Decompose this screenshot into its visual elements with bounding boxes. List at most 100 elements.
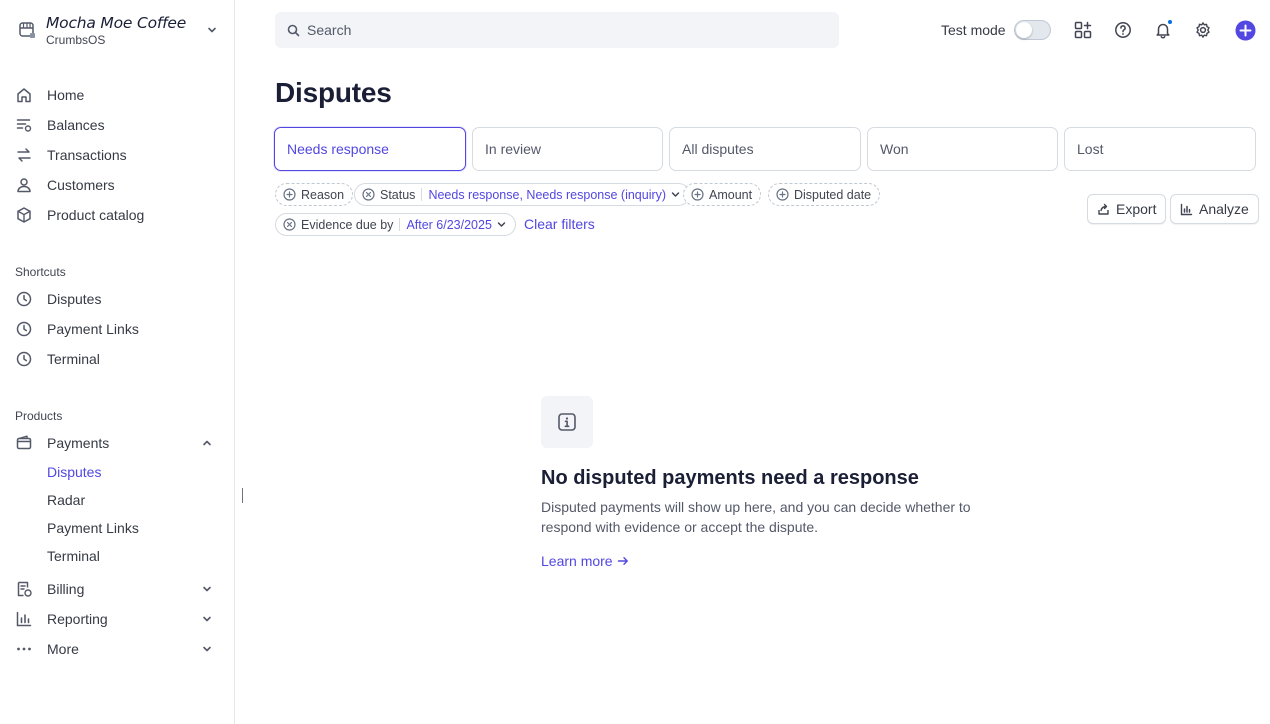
test-mode-toggle[interactable] <box>1013 20 1051 40</box>
shortcut-disputes-label: Disputes <box>47 291 102 307</box>
analyze-button[interactable]: Analyze <box>1170 194 1259 224</box>
store-icon <box>15 18 39 42</box>
search-input[interactable] <box>307 22 807 38</box>
chevron-down-icon <box>199 641 215 657</box>
nav-payments-payment-links[interactable]: Payment Links <box>47 517 139 539</box>
filter-status-value: Needs response, Needs response (inquiry) <box>428 187 667 202</box>
sidebar-resize-handle[interactable] <box>242 488 243 503</box>
nav-home-label: Home <box>47 87 85 103</box>
filter-amount-label: Amount <box>709 187 753 202</box>
search-bar[interactable] <box>275 12 839 48</box>
box-icon <box>15 203 39 227</box>
sidebar: Mocha Moe Coffee CrumbsOS Home Balances … <box>0 0 235 724</box>
filter-reason-label: Reason <box>301 187 345 202</box>
plus-circle-icon <box>775 188 789 202</box>
settings-gear-icon[interactable] <box>1192 19 1214 41</box>
filter-disputed-date[interactable]: Disputed date <box>768 183 881 206</box>
shortcut-payment-links[interactable]: Payment Links <box>15 315 220 343</box>
nav-home[interactable]: Home <box>15 81 220 109</box>
chevron-down-icon <box>497 220 507 230</box>
nav-product-catalog[interactable]: Product catalog <box>15 201 220 229</box>
test-mode-label: Test mode <box>941 22 1006 38</box>
plus-circle-icon <box>282 188 296 202</box>
bar-chart-icon <box>15 607 39 631</box>
tab-all-disputes[interactable]: All disputes <box>669 127 861 171</box>
export-label: Export <box>1116 201 1157 217</box>
tab-lost[interactable]: Lost <box>1064 127 1256 171</box>
nav-payments-terminal[interactable]: Terminal <box>47 545 100 567</box>
clock-icon <box>15 287 39 311</box>
nav-balances[interactable]: Balances <box>15 111 220 139</box>
divider <box>399 218 401 231</box>
chevron-down-icon <box>199 611 215 627</box>
notifications-bell-icon[interactable] <box>1152 19 1174 41</box>
account-subtitle: CrumbsOS <box>46 33 106 47</box>
chevron-down-icon <box>671 190 681 200</box>
plus-circle-icon <box>690 188 704 202</box>
notification-dot <box>1167 19 1173 25</box>
toggle-knob <box>1015 22 1032 38</box>
filter-amount[interactable]: Amount <box>683 183 762 206</box>
transactions-icon <box>15 143 39 167</box>
nav-more[interactable]: More <box>15 635 220 663</box>
bar-chart-icon <box>1180 202 1194 216</box>
empty-state-info-icon <box>541 396 593 448</box>
nav-balances-label: Balances <box>47 117 105 133</box>
nav-reporting-label: Reporting <box>47 611 108 627</box>
products-title: Products <box>15 409 63 423</box>
filter-status-label: Status <box>380 187 416 202</box>
shortcut-terminal[interactable]: Terminal <box>15 345 220 373</box>
balances-icon <box>15 113 39 137</box>
test-mode: Test mode <box>941 20 1051 40</box>
apps-icon[interactable] <box>1072 19 1094 41</box>
clear-x-circle-icon[interactable] <box>361 188 375 202</box>
empty-state-title: No disputed payments need a response <box>541 467 919 489</box>
home-icon <box>15 83 39 107</box>
divider <box>421 188 423 201</box>
clear-filters-link[interactable]: Clear filters <box>524 216 595 232</box>
nav-billing-label: Billing <box>47 581 85 597</box>
filter-disputed-date-label: Disputed date <box>794 187 872 202</box>
page-title: Disputes <box>275 77 392 108</box>
create-plus-icon[interactable] <box>1234 19 1256 41</box>
nav-transactions[interactable]: Transactions <box>15 141 220 169</box>
export-button[interactable]: Export <box>1087 194 1167 224</box>
filter-reason[interactable]: Reason <box>275 183 354 206</box>
filter-evidence-value: After 6/23/2025 <box>406 217 492 232</box>
account-switcher[interactable]: Mocha Moe Coffee CrumbsOS <box>15 10 220 50</box>
tab-in-review[interactable]: In review <box>472 127 663 171</box>
nav-transactions-label: Transactions <box>47 147 127 163</box>
filter-evidence-due[interactable]: Evidence due by After 6/23/2025 <box>275 213 516 236</box>
analyze-label: Analyze <box>1199 201 1249 217</box>
search-icon <box>287 23 301 37</box>
empty-state-description: Disputed payments will show up here, and… <box>541 499 971 535</box>
chevron-down-icon <box>199 581 215 597</box>
filter-status[interactable]: Status Needs response, Needs response (i… <box>354 183 691 206</box>
nav-more-label: More <box>47 641 79 657</box>
nav-payments-radar[interactable]: Radar <box>47 489 85 511</box>
nav-customers[interactable]: Customers <box>15 171 220 199</box>
more-dots-icon <box>15 637 39 661</box>
help-icon[interactable] <box>1112 19 1134 41</box>
shortcut-payment-links-label: Payment Links <box>47 321 139 337</box>
export-icon <box>1097 202 1111 216</box>
nav-reporting[interactable]: Reporting <box>15 605 220 633</box>
clear-x-circle-icon[interactable] <box>282 218 296 232</box>
billing-icon <box>15 577 39 601</box>
chevron-up-icon <box>199 435 215 451</box>
nav-product-catalog-label: Product catalog <box>47 207 145 223</box>
nav-payments-disputes[interactable]: Disputes <box>47 461 101 483</box>
shortcuts-title: Shortcuts <box>15 265 66 279</box>
shortcut-disputes[interactable]: Disputes <box>15 285 220 313</box>
nav-payments[interactable]: Payments <box>15 429 220 457</box>
clock-icon <box>15 317 39 341</box>
nav-billing[interactable]: Billing <box>15 575 220 603</box>
learn-more-label: Learn more <box>541 553 613 569</box>
learn-more-link[interactable]: Learn more <box>541 553 629 569</box>
tab-needs-response[interactable]: Needs response <box>274 127 466 171</box>
nav-customers-label: Customers <box>47 177 115 193</box>
shortcut-terminal-label: Terminal <box>47 351 100 367</box>
wallet-icon <box>15 431 39 455</box>
tab-won[interactable]: Won <box>867 127 1058 171</box>
clock-icon <box>15 347 39 371</box>
